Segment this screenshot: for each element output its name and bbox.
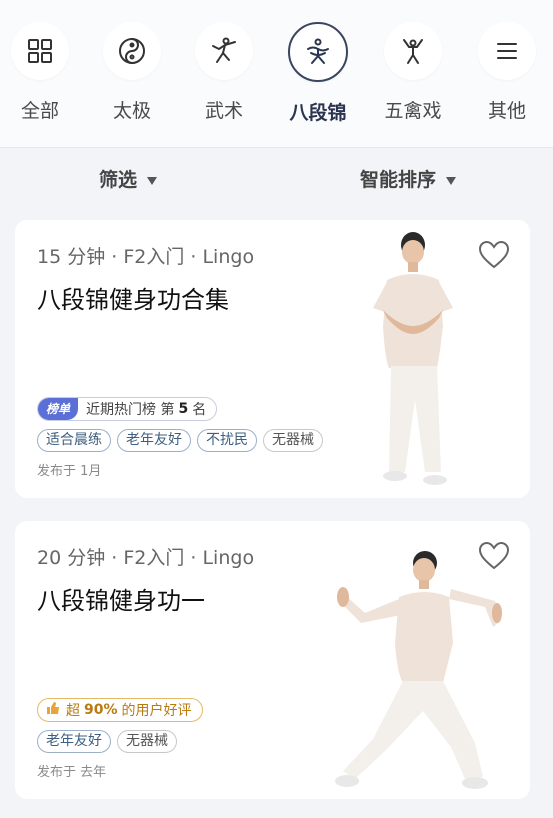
category-label: 太极 bbox=[112, 100, 151, 122]
category-label: 八段锦 bbox=[289, 102, 347, 124]
martial-arts-icon bbox=[195, 22, 253, 80]
course-meta: 20 分钟 · F2入门 · Lingo bbox=[37, 547, 255, 569]
thumbs-up-icon bbox=[46, 701, 60, 719]
course-card[interactable]: 20 分钟 · F2入门 · Lingo 八段锦健身功一 超 90% 的用户好评 老… bbox=[15, 521, 530, 799]
baduanjin-icon bbox=[288, 22, 348, 82]
tag-list: 老年友好 无器械 bbox=[37, 730, 177, 753]
category-label: 其他 bbox=[487, 100, 526, 122]
course-title: 八段锦健身功合集 bbox=[37, 286, 229, 314]
sort-button[interactable]: 智能排序 bbox=[360, 165, 457, 192]
category-bar: 全部 太极 武术 八段锦 五禽戏 其他 bbox=[0, 0, 553, 148]
grid-icon bbox=[11, 22, 69, 80]
course-meta: 15 分钟 · F2入门 · Lingo bbox=[37, 246, 255, 268]
tag-chip: 适合晨练 bbox=[37, 429, 111, 452]
filter-bar: 筛选 智能排序 bbox=[0, 149, 553, 207]
tag-chip: 无器械 bbox=[117, 730, 177, 753]
sort-label: 智能排序 bbox=[360, 169, 437, 191]
category-taiji[interactable]: 太极 bbox=[92, 22, 172, 123]
rank-text-suffix: 名 bbox=[192, 402, 207, 418]
rank-tag: 榜单 bbox=[38, 398, 79, 420]
category-baduanjin[interactable]: 八段锦 bbox=[278, 22, 358, 125]
tag-list: 适合晨练 老年友好 不扰民 无器械 bbox=[37, 429, 323, 452]
rank-text: 近期热门榜 第 bbox=[86, 402, 175, 418]
filter-button[interactable]: 筛选 bbox=[99, 165, 158, 192]
category-wuqinxi[interactable]: 五禽戏 bbox=[373, 22, 453, 123]
caret-down-icon bbox=[147, 176, 158, 185]
filter-label: 筛选 bbox=[99, 169, 138, 191]
taiji-icon bbox=[103, 22, 161, 80]
tag-chip: 老年友好 bbox=[37, 730, 111, 753]
category-other[interactable]: 其他 bbox=[467, 22, 547, 123]
category-label: 武术 bbox=[204, 100, 243, 122]
caret-down-icon bbox=[446, 176, 457, 185]
category-label: 五禽戏 bbox=[384, 100, 442, 122]
tag-chip: 无器械 bbox=[263, 429, 323, 452]
instructor-photo bbox=[335, 551, 502, 789]
praise-badge: 超 90% 的用户好评 bbox=[37, 698, 203, 722]
wuqinxi-icon bbox=[384, 22, 442, 80]
menu-icon bbox=[478, 22, 536, 80]
category-all[interactable]: 全部 bbox=[0, 22, 80, 123]
rank-badge: 榜单 近期热门榜 第5名 bbox=[37, 397, 218, 421]
course-title: 八段锦健身功一 bbox=[37, 587, 205, 615]
publish-date: 发布于 去年 bbox=[37, 765, 107, 780]
tag-chip: 老年友好 bbox=[117, 429, 191, 452]
praise-percent: 90% bbox=[84, 702, 118, 718]
instructor-photo bbox=[373, 232, 453, 485]
course-card[interactable]: 15 分钟 · F2入门 · Lingo 八段锦健身功合集 榜单 近期热门榜 第… bbox=[15, 220, 530, 498]
praise-suffix: 的用户好评 bbox=[121, 703, 192, 719]
rank-number: 5 bbox=[178, 401, 189, 417]
category-martial-arts[interactable]: 武术 bbox=[184, 22, 264, 123]
category-label: 全部 bbox=[20, 100, 59, 122]
publish-date: 发布于 1月 bbox=[37, 464, 102, 479]
tag-chip: 不扰民 bbox=[197, 429, 257, 452]
praise-prefix: 超 bbox=[66, 703, 80, 719]
favorite-heart-icon[interactable] bbox=[478, 240, 510, 274]
